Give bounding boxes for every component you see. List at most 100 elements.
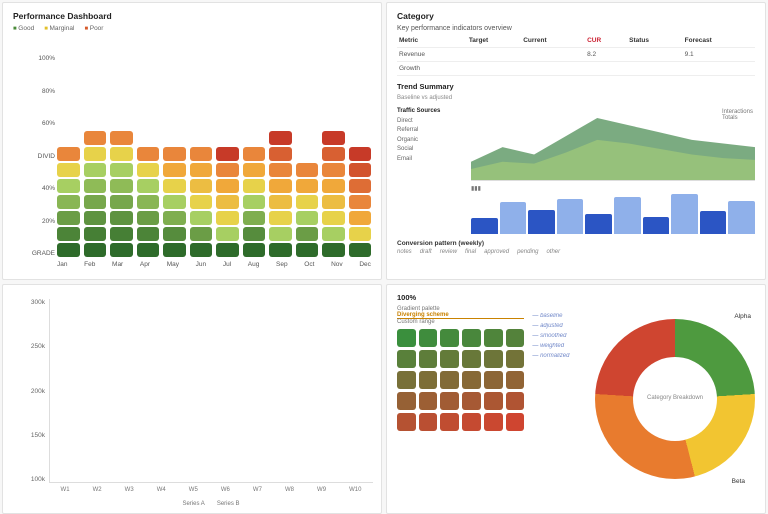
matrix-cell xyxy=(349,163,372,177)
swatch[interactable] xyxy=(419,329,438,347)
mid-note: — normalized xyxy=(532,353,587,359)
panel3-legend: Series A Series B xyxy=(49,501,373,511)
matrix-cell xyxy=(190,163,213,177)
palette-option[interactable]: Custom range xyxy=(397,319,524,325)
swatch[interactable] xyxy=(397,392,416,410)
swatch[interactable] xyxy=(484,350,503,368)
matrix-cell xyxy=(84,211,107,225)
matrix-cell xyxy=(296,179,319,193)
swatch[interactable] xyxy=(462,371,481,389)
mini-bar xyxy=(471,218,498,234)
matrix-cell xyxy=(190,243,213,257)
xlabel: Nov xyxy=(331,261,343,275)
panel3-yaxis: 300k250k200k150k100k xyxy=(7,299,45,483)
ylabel: 100% xyxy=(7,55,55,62)
matrix-cell xyxy=(322,211,345,225)
swatch[interactable] xyxy=(397,350,416,368)
swatch[interactable] xyxy=(462,329,481,347)
swatch[interactable] xyxy=(484,392,503,410)
legend-marginal: Marginal xyxy=(44,25,74,32)
table-cell xyxy=(627,62,683,76)
xlabel: W8 xyxy=(285,487,294,499)
col-header: Target xyxy=(467,34,521,48)
swatch[interactable] xyxy=(462,413,481,431)
matrix-cell xyxy=(296,211,319,225)
mini-bar xyxy=(500,202,527,234)
mini-bar-chart xyxy=(471,194,755,234)
matrix-cell xyxy=(110,179,133,193)
swatch[interactable] xyxy=(440,350,459,368)
matrix-cell xyxy=(110,163,133,177)
swatch[interactable] xyxy=(440,392,459,410)
panel-performance: Performance Dashboard Good Marginal Poor… xyxy=(2,2,382,280)
col-header: Metric xyxy=(397,34,467,48)
swatch[interactable] xyxy=(506,413,525,431)
swatch[interactable] xyxy=(397,371,416,389)
matrix-cell xyxy=(243,147,266,161)
swatch[interactable] xyxy=(484,371,503,389)
swatch[interactable] xyxy=(462,392,481,410)
list-item: Organic xyxy=(397,136,465,146)
swatch[interactable] xyxy=(440,413,459,431)
table-row: Revenue8.29.1 xyxy=(397,48,755,62)
table-cell: 9.1 xyxy=(683,48,755,62)
swatch[interactable] xyxy=(440,371,459,389)
swatch[interactable] xyxy=(506,350,525,368)
matrix-cell xyxy=(110,211,133,225)
xlabel: W6 xyxy=(221,487,230,499)
table-cell xyxy=(467,48,521,62)
matrix-cell xyxy=(163,227,186,241)
area-chart: Interactions Totals xyxy=(471,107,755,181)
matrix-cell xyxy=(216,147,239,161)
note-text: Baseline vs adjusted xyxy=(397,95,755,101)
legend-good: Good xyxy=(13,25,34,32)
matrix-cell xyxy=(163,163,186,177)
matrix-cell xyxy=(269,163,292,177)
mid-note: — weighted xyxy=(532,343,587,349)
donut-label-b: Beta xyxy=(732,478,745,485)
matrix-cell xyxy=(163,243,186,257)
matrix-cell xyxy=(57,163,80,177)
matrix-cell xyxy=(269,211,292,225)
matrix-cell xyxy=(269,131,292,145)
matrix-cell xyxy=(190,147,213,161)
table-cell xyxy=(585,62,627,76)
matrix-cell xyxy=(243,227,266,241)
swatch[interactable] xyxy=(397,329,416,347)
swatch[interactable] xyxy=(484,329,503,347)
table-cell: Growth xyxy=(397,62,467,76)
panel1-legend: Good Marginal Poor xyxy=(13,25,371,32)
mini-bar xyxy=(528,210,555,234)
palette-option[interactable]: Diverging scheme xyxy=(397,312,524,319)
mini-bar xyxy=(614,197,641,234)
matrix-cell xyxy=(190,227,213,241)
swatch[interactable] xyxy=(397,413,416,431)
panel-weekly-bars: 300k250k200k150k100k W1W2W3W4W5W6W7W8W9W… xyxy=(2,284,382,514)
xlabel: W9 xyxy=(317,487,326,499)
matrix-cell xyxy=(163,211,186,225)
matrix-cell xyxy=(322,227,345,241)
matrix-cell xyxy=(163,195,186,209)
swatch[interactable] xyxy=(440,329,459,347)
swatch[interactable] xyxy=(506,392,525,410)
panel2-section3: Conversion pattern (weekly) xyxy=(397,240,755,247)
swatch[interactable] xyxy=(462,350,481,368)
matrix-cell xyxy=(296,243,319,257)
xlabel: Mar xyxy=(112,261,123,275)
panel2-subtitle: Key performance indicators overview xyxy=(397,25,755,32)
matrix-cell xyxy=(190,195,213,209)
matrix-cell xyxy=(322,131,345,145)
swatch[interactable] xyxy=(419,350,438,368)
swatch[interactable] xyxy=(419,371,438,389)
mid-notes: — baseline— adjusted— smoothed— weighted… xyxy=(532,293,587,505)
swatch[interactable] xyxy=(419,392,438,410)
matrix-cell xyxy=(216,163,239,177)
swatch[interactable] xyxy=(419,413,438,431)
panel1-yaxis: 100%80%60%DIVID40%20%GRADE xyxy=(7,55,55,257)
xlabel: Jan xyxy=(57,261,67,275)
swatch[interactable] xyxy=(506,329,525,347)
panel3-xaxis: W1W2W3W4W5W6W7W8W9W10 xyxy=(49,487,373,499)
swatch[interactable] xyxy=(484,413,503,431)
swatch[interactable] xyxy=(506,371,525,389)
handwriting-item: review xyxy=(440,249,457,255)
